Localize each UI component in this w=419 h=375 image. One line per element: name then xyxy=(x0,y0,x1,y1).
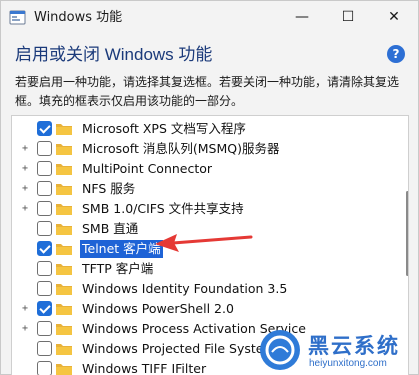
feature-checkbox[interactable] xyxy=(37,141,52,156)
feature-checkbox[interactable] xyxy=(37,321,52,336)
expand-icon[interactable]: + xyxy=(20,144,30,154)
expand-icon[interactable]: + xyxy=(20,164,30,174)
feature-checkbox[interactable] xyxy=(37,161,52,176)
feature-checkbox[interactable] xyxy=(37,201,52,216)
feature-checkbox[interactable] xyxy=(37,241,52,256)
feature-row[interactable]: + Windows PowerShell 2.0 xyxy=(12,299,396,319)
expand-icon[interactable]: + xyxy=(20,204,30,214)
windows-features-dialog: Windows 功能 — ☐ ✕ 启用或关闭 Windows 功能 ? 若要启用… xyxy=(0,0,419,375)
dialog-header: 启用或关闭 Windows 功能 ? 若要启用一种功能，请选择其复选框。若要关闭… xyxy=(1,35,418,115)
maximize-button[interactable]: ☐ xyxy=(325,1,371,33)
minimize-button[interactable]: — xyxy=(279,1,325,33)
folder-icon xyxy=(56,344,72,355)
feature-checkbox[interactable] xyxy=(37,261,52,276)
feature-checkbox[interactable] xyxy=(37,121,52,136)
feature-row[interactable]: Windows Identity Foundation 3.5 xyxy=(12,279,396,299)
feature-label: Microsoft XPS 文档写入程序 xyxy=(82,121,246,136)
folder-icon xyxy=(56,184,72,195)
folder-icon xyxy=(56,324,72,335)
feature-label: Windows Projected File System xyxy=(82,341,276,356)
page-title: 启用或关闭 Windows 功能 xyxy=(15,45,213,64)
windows-features-app-icon xyxy=(9,10,26,25)
feature-row[interactable]: + MultiPoint Connector xyxy=(12,159,396,179)
maximize-icon: ☐ xyxy=(341,9,355,25)
feature-row[interactable]: Microsoft XPS 文档写入程序 xyxy=(12,119,396,139)
feature-checkbox[interactable] xyxy=(37,221,52,236)
feature-checkbox[interactable] xyxy=(37,341,52,356)
minimize-icon: — xyxy=(295,9,309,25)
feature-label: TFTP 客户端 xyxy=(82,261,154,276)
feature-checkbox[interactable] xyxy=(37,301,52,316)
feature-row[interactable]: Telnet 客户端 xyxy=(12,239,396,259)
help-icon: ? xyxy=(392,47,400,61)
folder-icon xyxy=(56,224,72,235)
folder-icon xyxy=(56,144,72,155)
watermark-logo: 黑云系统 heiyunxitong.com xyxy=(256,328,419,375)
folder-icon xyxy=(56,284,72,295)
feature-row[interactable]: SMB 直通 xyxy=(12,219,396,239)
feature-label: SMB 直通 xyxy=(82,221,139,236)
watermark-url: heiyunxitong.com xyxy=(309,358,387,369)
feature-checkbox[interactable] xyxy=(37,181,52,196)
folder-icon xyxy=(56,244,72,255)
feature-label: MultiPoint Connector xyxy=(82,161,213,176)
instructions-text: 若要启用一种功能，请选择其复选框。若要关闭一种功能，请清除其复选框。填充的框表示… xyxy=(15,75,400,108)
feature-row[interactable]: + Microsoft 消息队列(MSMQ)服务器 xyxy=(12,139,396,159)
feature-row[interactable]: TFTP 客户端 xyxy=(12,259,396,279)
scrollbar-thumb[interactable] xyxy=(406,191,408,276)
folder-icon xyxy=(56,164,72,175)
window-title: Windows 功能 xyxy=(34,10,123,25)
feature-label: Windows TIFF IFilter xyxy=(82,361,207,375)
folder-icon xyxy=(56,204,72,215)
watermark-name: 黑云系统 xyxy=(308,334,400,358)
feature-label: Windows Identity Foundation 3.5 xyxy=(82,281,288,296)
folder-icon xyxy=(56,264,72,275)
folder-icon xyxy=(56,364,72,375)
feature-checkbox[interactable] xyxy=(37,281,52,296)
folder-icon xyxy=(56,124,72,135)
feature-label: Windows PowerShell 2.0 xyxy=(82,301,234,316)
close-button[interactable]: ✕ xyxy=(371,1,417,33)
close-icon: ✕ xyxy=(388,9,400,25)
feature-row[interactable]: + NFS 服务 xyxy=(12,179,396,199)
expand-icon[interactable]: + xyxy=(20,304,30,314)
feature-checkbox[interactable] xyxy=(37,361,52,375)
folder-icon xyxy=(56,304,72,315)
expand-icon[interactable]: + xyxy=(20,184,30,194)
title-bar[interactable]: Windows 功能 — ☐ ✕ xyxy=(1,1,418,35)
cloud-logo-icon xyxy=(260,330,300,370)
feature-label: Telnet 客户端 xyxy=(80,240,163,258)
feature-label: NFS 服务 xyxy=(82,181,136,196)
feature-label: Microsoft 消息队列(MSMQ)服务器 xyxy=(82,141,280,156)
expand-icon[interactable]: + xyxy=(20,324,30,334)
feature-label: SMB 1.0/CIFS 文件共享支持 xyxy=(82,201,244,216)
feature-row[interactable]: + SMB 1.0/CIFS 文件共享支持 xyxy=(12,199,396,219)
help-button[interactable]: ? xyxy=(387,45,405,63)
